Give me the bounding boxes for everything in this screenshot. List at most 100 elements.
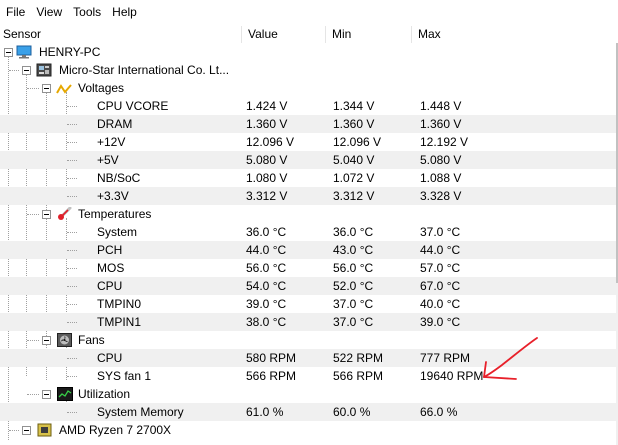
sensor-value: 1.424 V	[246, 99, 288, 113]
tree-label: HENRY-PC	[39, 45, 101, 59]
tree-line	[27, 214, 39, 215]
sensor-name: CPU	[97, 351, 123, 365]
sensor-max: 67.0 °C	[420, 279, 461, 293]
sensor-max: 39.0 °C	[420, 315, 461, 329]
sensor-name: SYS fan 1	[97, 369, 152, 383]
tree-node-root[interactable]: HENRY-PC	[0, 43, 616, 61]
sensor-row[interactable]: System Memory 61.0 % 60.0 % 66.0 %	[0, 403, 616, 421]
menu-bar: File View Tools Help	[0, 0, 618, 24]
sensor-row[interactable]: +3.3V 3.312 V 3.312 V 3.328 V	[0, 187, 616, 205]
tree-line	[27, 340, 39, 341]
sensor-name: NB/SoC	[97, 171, 141, 185]
tree-line	[67, 106, 77, 107]
sensor-min: 5.040 V	[333, 153, 375, 167]
sensor-value: 1.080 V	[246, 171, 288, 185]
sensor-row[interactable]: TMPIN1 38.0 °C 37.0 °C 39.0 °C	[0, 313, 616, 331]
sensor-min: 37.0 °C	[333, 315, 374, 329]
sensor-min: 566 RPM	[333, 369, 384, 383]
sensor-max: 44.0 °C	[420, 243, 461, 257]
sensor-value: 580 RPM	[246, 351, 297, 365]
sensor-value: 12.096 V	[246, 135, 295, 149]
tree-line	[67, 160, 77, 161]
tree-label: Utilization	[78, 387, 131, 401]
sensor-value: 44.0 °C	[246, 243, 287, 257]
sensor-min: 60.0 %	[333, 405, 371, 419]
tree-node-temperatures[interactable]: Temperatures	[0, 205, 616, 223]
collapse-toggle[interactable]	[42, 210, 51, 219]
collapse-toggle[interactable]	[22, 426, 31, 435]
sensor-name: PCH	[97, 243, 123, 257]
sensor-name: CPU VCORE	[97, 99, 169, 113]
sensor-row[interactable]: CPU 54.0 °C 52.0 °C 67.0 °C	[0, 277, 616, 295]
sensor-row[interactable]: MOS 56.0 °C 56.0 °C 57.0 °C	[0, 259, 616, 277]
sensor-name: System	[97, 225, 138, 239]
tree-line	[67, 376, 77, 377]
sensor-row[interactable]: PCH 44.0 °C 43.0 °C 44.0 °C	[0, 241, 616, 259]
sensor-name: +12V	[97, 135, 126, 149]
sensor-min: 1.344 V	[333, 99, 375, 113]
menu-view[interactable]: View	[34, 0, 71, 24]
sensor-min: 3.312 V	[333, 189, 375, 203]
tree-line	[67, 286, 77, 287]
sensor-min: 43.0 °C	[333, 243, 374, 257]
sensor-value: 54.0 °C	[246, 279, 287, 293]
sensor-value: 38.0 °C	[246, 315, 287, 329]
tree-node-cpu[interactable]: AMD Ryzen 7 2700X	[0, 421, 616, 439]
sensor-min: 1.072 V	[333, 171, 375, 185]
menu-help[interactable]: Help	[110, 0, 146, 24]
tree-line	[67, 250, 77, 251]
sensor-max: 777 RPM	[420, 351, 471, 365]
sensor-min: 12.096 V	[333, 135, 382, 149]
sensor-value: 1.360 V	[246, 117, 288, 131]
sensor-value: 5.080 V	[246, 153, 288, 167]
sensor-name: +5V	[97, 153, 119, 167]
sensor-min: 37.0 °C	[333, 297, 374, 311]
tree-label: Temperatures	[78, 207, 152, 221]
tree-line	[9, 430, 19, 431]
column-min[interactable]: Min	[326, 26, 412, 43]
column-max[interactable]: Max	[412, 26, 618, 43]
sensor-value: 36.0 °C	[246, 225, 287, 239]
sensor-row[interactable]: DRAM 1.360 V 1.360 V 1.360 V	[0, 115, 616, 133]
tree-node-partial[interactable]	[0, 439, 616, 445]
sensor-min: 36.0 °C	[333, 225, 374, 239]
sensor-max: 19640 RPM	[420, 369, 484, 383]
sensor-name: +3.3V	[97, 189, 129, 203]
collapse-toggle[interactable]	[42, 390, 51, 399]
tree-line	[67, 322, 77, 323]
sensor-min: 52.0 °C	[333, 279, 374, 293]
tree-line	[9, 70, 19, 71]
sensor-row[interactable]: CPU VCORE 1.424 V 1.344 V 1.448 V	[0, 97, 616, 115]
tree-label: AMD Ryzen 7 2700X	[59, 423, 172, 437]
collapse-toggle[interactable]	[42, 336, 51, 345]
tree-line	[27, 88, 39, 89]
collapse-toggle[interactable]	[4, 48, 13, 57]
sensor-max: 40.0 °C	[420, 297, 461, 311]
sensor-row[interactable]: +5V 5.080 V 5.040 V 5.080 V	[0, 151, 616, 169]
tree-line	[67, 358, 77, 359]
tree-node-utilization[interactable]: Utilization	[0, 385, 616, 403]
tree-node-mainboard[interactable]: Micro-Star International Co. Lt...	[0, 61, 616, 79]
tree-line	[67, 232, 77, 233]
column-value[interactable]: Value	[242, 26, 326, 43]
sensor-value: 566 RPM	[246, 369, 297, 383]
sensor-row[interactable]: System 36.0 °C 36.0 °C 37.0 °C	[0, 223, 616, 241]
sensor-name: TMPIN0	[97, 297, 142, 311]
sensor-max: 57.0 °C	[420, 261, 461, 275]
menu-tools[interactable]: Tools	[71, 0, 110, 24]
menu-file[interactable]: File	[4, 0, 34, 24]
sensor-row[interactable]: NB/SoC 1.080 V 1.072 V 1.088 V	[0, 169, 616, 187]
sensor-max: 1.360 V	[420, 117, 462, 131]
collapse-toggle[interactable]	[42, 84, 51, 93]
sensor-name: TMPIN1	[97, 315, 142, 329]
sensor-max: 3.328 V	[420, 189, 462, 203]
tree-node-voltages[interactable]: Voltages	[0, 79, 616, 97]
collapse-toggle[interactable]	[22, 66, 31, 75]
sensor-row[interactable]: +12V 12.096 V 12.096 V 12.192 V	[0, 133, 616, 151]
sensor-row[interactable]: TMPIN0 39.0 °C 37.0 °C 40.0 °C	[0, 295, 616, 313]
sensor-max: 1.448 V	[420, 99, 462, 113]
sensor-max: 12.192 V	[420, 135, 469, 149]
sensor-name: DRAM	[97, 117, 133, 131]
tree-line	[67, 412, 77, 413]
column-sensor[interactable]: Sensor	[0, 26, 242, 43]
